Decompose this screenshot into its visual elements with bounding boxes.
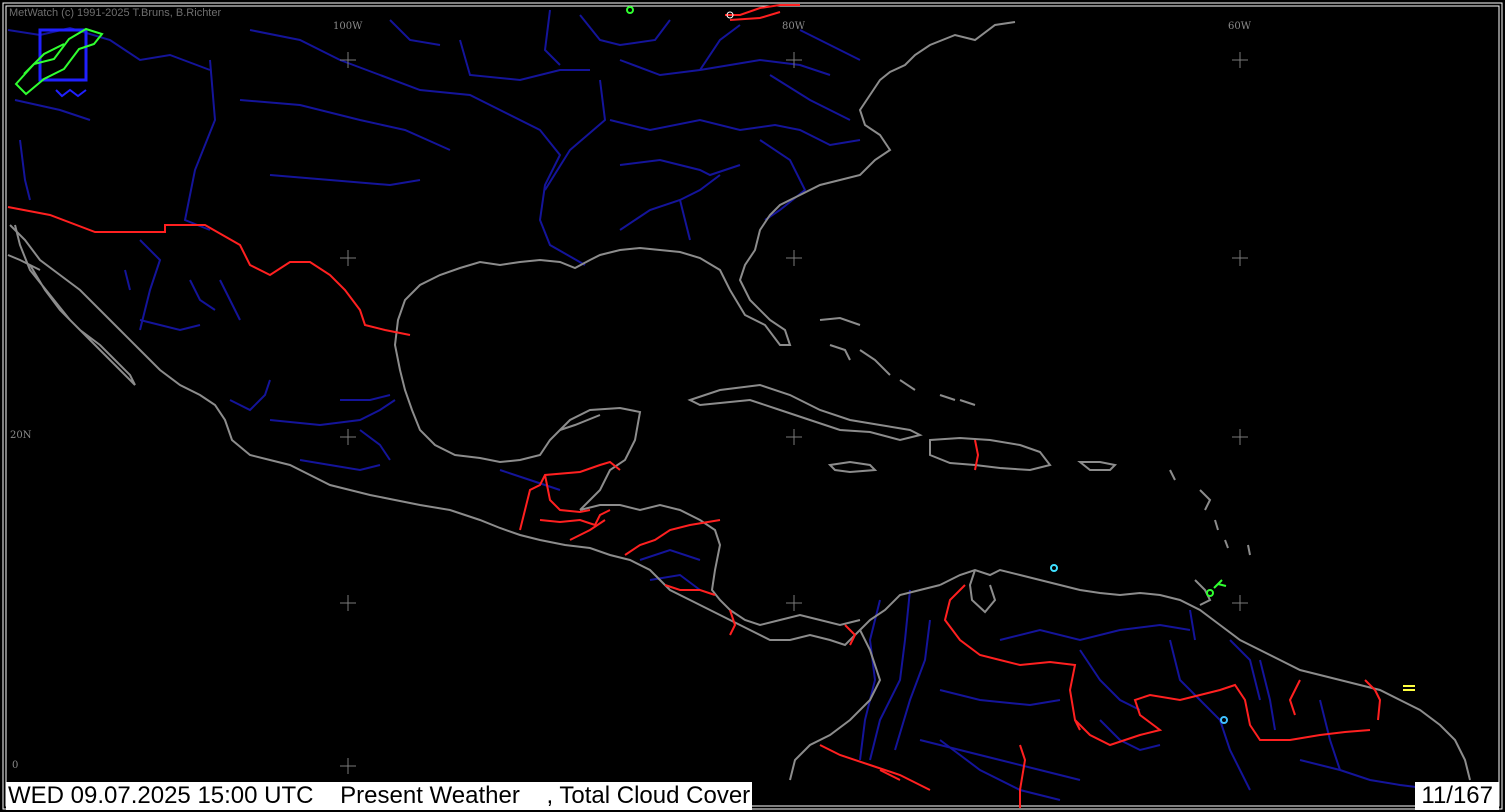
- weather-station-blue-icon[interactable]: [1220, 716, 1228, 724]
- map-window: MetWatch (c) 1991-2025 T.Bruns, B.Richte…: [0, 0, 1505, 812]
- weather-map[interactable]: [0, 0, 1505, 812]
- status-bar: WED 09.07.2025 15:00 UTC Present Weather…: [6, 782, 753, 810]
- weather-symbols[interactable]: [626, 6, 1415, 724]
- rivers-layer: [7, 9, 1441, 801]
- copyright-label: MetWatch (c) 1991-2025 T.Bruns, B.Richte…: [9, 7, 222, 19]
- status-datetime: WED 09.07.2025 15:00 UTC: [8, 782, 314, 809]
- weather-station-cyan-icon[interactable]: [1050, 564, 1058, 572]
- status-product2: , Total Cloud Cover: [546, 782, 751, 809]
- lon-label-100w: 100W: [333, 21, 363, 32]
- shower-symbol-icon[interactable]: [1206, 579, 1227, 597]
- lon-label-80w: 80W: [782, 21, 806, 32]
- map-frame: [2, 2, 1503, 810]
- graticule-markers: [340, 52, 1248, 774]
- lon-label-60w: 60W: [1228, 21, 1252, 32]
- lat-label-20n: 20N: [10, 430, 32, 441]
- status-product: Present Weather: [340, 782, 520, 809]
- frame-counter: 11/167: [1415, 782, 1499, 810]
- fog-symbol-icon[interactable]: [1403, 685, 1415, 691]
- lat-label-0: 0: [12, 760, 19, 771]
- map-frame-inner: [5, 5, 1500, 807]
- metwatch-logo-icon: [14, 27, 104, 98]
- weather-station-green-icon[interactable]: [626, 6, 634, 14]
